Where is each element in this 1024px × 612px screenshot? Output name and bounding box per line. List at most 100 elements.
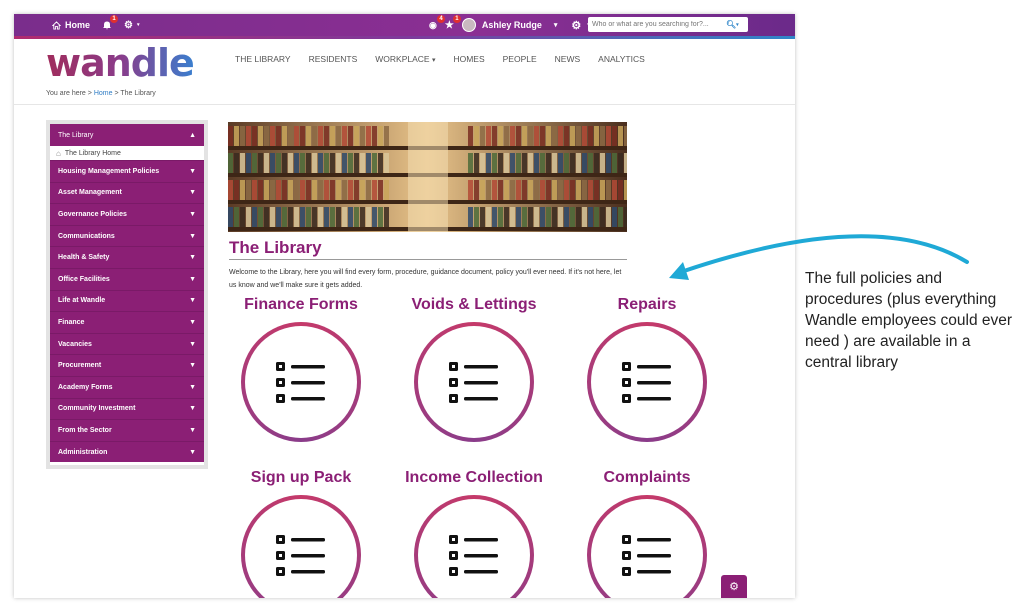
nav-residents[interactable]: RESIDENTS [309, 54, 358, 64]
sidebar-item-label: Office Facilities [58, 275, 110, 283]
category-tile-label[interactable]: Repairs [572, 296, 722, 314]
sidebar-item[interactable]: Academy Forms ▼ [50, 375, 204, 398]
settings-menu-button[interactable]: ⚙ ▾ [124, 20, 139, 31]
nav-people[interactable]: PEOPLE [503, 54, 537, 64]
category-tile-inner [245, 499, 357, 598]
caret-down-icon: ▾ [431, 57, 436, 64]
chevron-down-icon: ▾ [736, 21, 739, 28]
sidebar-item[interactable]: Community Investment ▼ [50, 397, 204, 420]
nav-the-library[interactable]: THE LIBRARY [235, 54, 291, 64]
category-tile[interactable]: Finance Forms [226, 296, 376, 442]
category-tile-inner [591, 326, 703, 438]
floating-settings-button[interactable]: ⚙ [721, 575, 747, 598]
sidebar-item[interactable]: Vacancies ▼ [50, 332, 204, 355]
gear-icon[interactable]: ⚙ [571, 19, 581, 32]
list-icon [276, 535, 325, 576]
nav-workplace[interactable]: WORKPLACE ▾ [375, 54, 435, 64]
category-tile-inner [418, 326, 530, 438]
user-name[interactable]: Ashley Rudge [482, 20, 542, 30]
category-tile-label[interactable]: Voids & Lettings [399, 296, 549, 314]
home-icon [52, 20, 61, 30]
breadcrumb: You are here > Home > The Library [46, 90, 156, 97]
category-tile-label[interactable]: Income Collection [399, 469, 549, 487]
category-tile-label[interactable]: Sign up Pack [226, 469, 376, 487]
sidebar: The Library ▲ ⌂ The Library Home Housing… [46, 120, 208, 469]
avatar[interactable] [461, 18, 476, 32]
divider [14, 104, 795, 105]
category-tile[interactable]: Complaints [572, 469, 722, 598]
nav-workplace-label: WORKPLACE [375, 54, 430, 64]
chevron-down-icon: ▼ [189, 405, 196, 413]
list-icon [449, 362, 498, 403]
category-tile-ring[interactable] [241, 322, 361, 442]
chevron-down-icon: ▼ [189, 189, 196, 197]
gear-icon: ⚙ [729, 581, 739, 593]
favorites-badge: 1 [452, 14, 461, 23]
breadcrumb-home[interactable]: Home [94, 90, 113, 97]
chevron-down-icon: ▼ [189, 210, 196, 218]
chevron-down-icon: ▼ [189, 318, 196, 326]
category-tile-ring[interactable] [587, 495, 707, 598]
nav-news[interactable]: NEWS [555, 54, 581, 64]
notifications-button[interactable]: 1 [102, 15, 119, 30]
category-tile-ring[interactable] [414, 322, 534, 442]
sidebar-item[interactable]: Administration ▼ [50, 440, 204, 463]
sidebar-home-label: The Library Home [64, 149, 121, 157]
sidebar-item[interactable]: Life at Wandle ▼ [50, 289, 204, 312]
sidebar-item-label: Life at Wandle [58, 297, 106, 305]
sidebar-header[interactable]: The Library ▲ [50, 124, 204, 146]
sidebar-item-label: From the Sector [58, 426, 112, 434]
sidebar-item[interactable]: Housing Management Policies ▼ [50, 160, 204, 182]
chevron-down-icon: ▼ [189, 232, 196, 240]
sidebar-item-label: Administration [58, 448, 108, 456]
home-link[interactable]: Home [52, 20, 90, 30]
top-bar: Home 1 ⚙ ▾ ◉ 4 ★ 1 Ashley Rudge ▾ ⚙ ▾ [14, 14, 795, 36]
category-tile[interactable]: Sign up Pack [226, 469, 376, 598]
sidebar-item[interactable]: Governance Policies ▼ [50, 203, 204, 225]
category-tile-ring[interactable] [241, 495, 361, 598]
sidebar-home-link[interactable]: ⌂ The Library Home [50, 146, 204, 160]
page-title: The Library [229, 238, 322, 257]
chevron-down-icon: ▼ [189, 254, 196, 262]
gear-icon: ⚙ [124, 19, 133, 31]
views-button[interactable]: ◉ 4 [429, 14, 445, 31]
views-badge: 4 [437, 14, 445, 23]
sidebar-item[interactable]: Finance ▼ [50, 311, 204, 333]
sidebar-item[interactable]: Office Facilities ▼ [50, 267, 204, 290]
sidebar-item[interactable]: Health & Safety ▼ [50, 246, 204, 268]
category-tile-label[interactable]: Complaints [572, 469, 722, 487]
category-tile-ring[interactable] [587, 322, 707, 442]
search-box[interactable]: 🔍︎ ▾ [588, 17, 748, 32]
search-input[interactable] [592, 21, 726, 28]
favorites-button[interactable]: ★ 1 [444, 14, 461, 31]
home-icon: ⌂ [56, 148, 61, 158]
chevron-down-icon[interactable]: ▾ [554, 21, 558, 29]
sidebar-item[interactable]: Communications ▼ [50, 224, 204, 247]
home-label: Home [65, 20, 91, 30]
sidebar-item-label: Academy Forms [58, 383, 113, 391]
category-tile-ring[interactable] [414, 495, 534, 598]
category-tile[interactable]: Voids & Lettings [399, 296, 549, 442]
sidebar-item[interactable]: Asset Management ▼ [50, 181, 204, 204]
category-tile[interactable]: Income Collection [399, 469, 549, 598]
category-tile-label[interactable]: Finance Forms [226, 296, 376, 314]
logo[interactable]: wandle [46, 41, 195, 85]
sidebar-item-label: Finance [58, 318, 85, 326]
chevron-up-icon[interactable]: ▲ [189, 132, 196, 139]
category-tile[interactable]: Repairs [572, 296, 722, 442]
intro-text: Welcome to the Library, here you will fi… [229, 269, 622, 289]
sidebar-item[interactable]: From the Sector ▼ [50, 419, 204, 441]
chevron-down-icon: ▼ [189, 297, 196, 305]
sidebar-item-label: Governance Policies [58, 210, 127, 218]
nav-homes[interactable]: HOMES [453, 54, 484, 64]
library-hero-image [228, 122, 627, 232]
sidebar-header-label: The Library [58, 131, 94, 139]
nav-analytics[interactable]: ANALYTICS [598, 54, 645, 64]
main-nav: THE LIBRARY RESIDENTS WORKPLACE ▾ HOMES … [235, 54, 645, 64]
chevron-down-icon: ▼ [189, 362, 196, 370]
category-tile-inner [418, 499, 530, 598]
list-icon [622, 362, 671, 403]
search-icon[interactable]: 🔍︎ [726, 20, 736, 29]
star-icon: ★ [444, 19, 454, 31]
sidebar-item[interactable]: Procurement ▼ [50, 354, 204, 376]
